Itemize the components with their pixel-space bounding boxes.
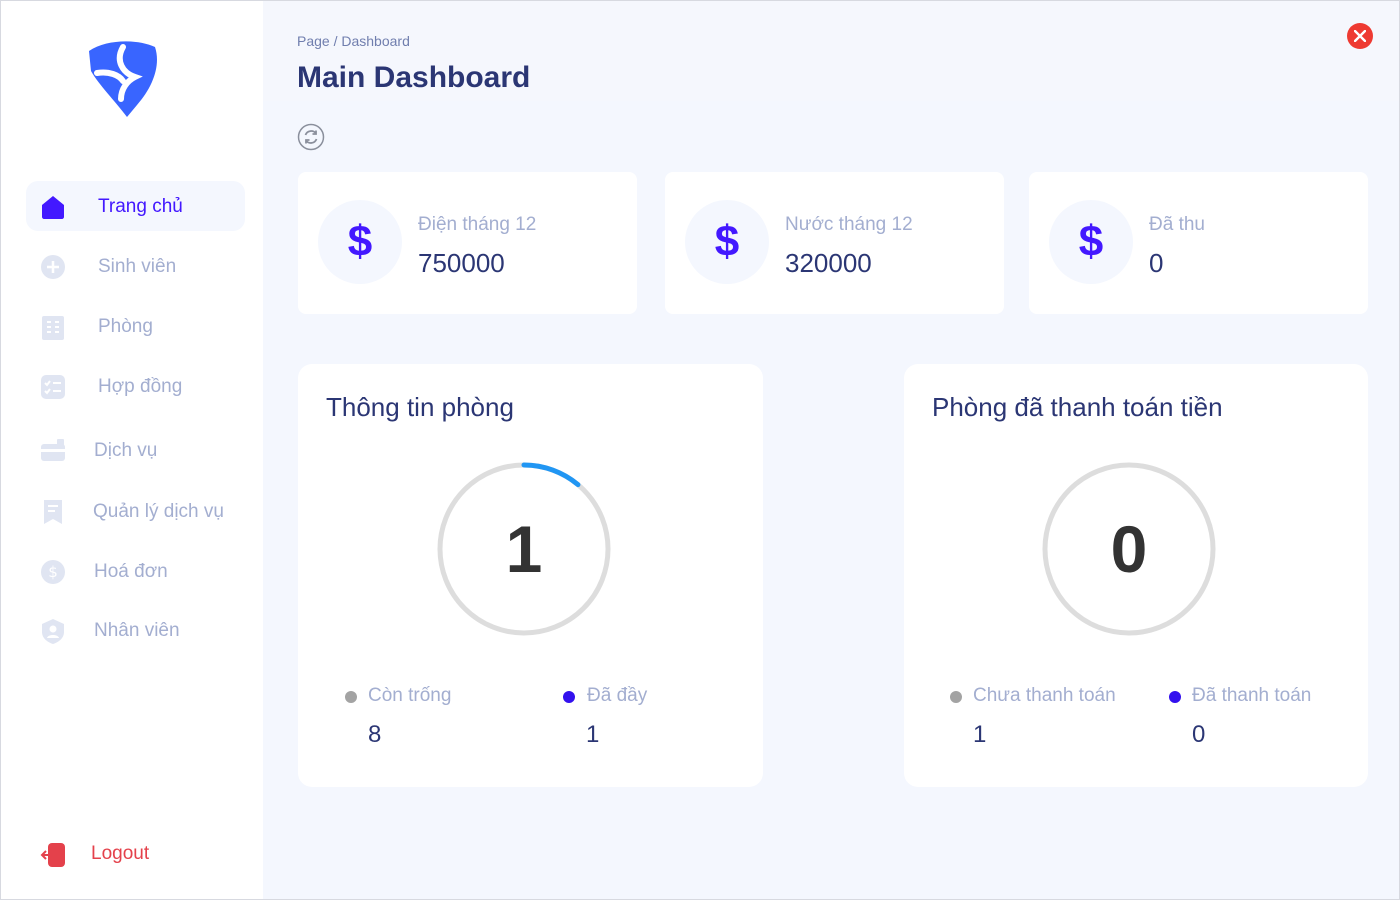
legend-label: Chưa thanh toán [973,685,1116,706]
sidebar-item-label: Hoá đơn [94,561,168,582]
sidebar-item-sinh-vien[interactable]: Sinh viên [26,241,245,291]
sidebar-item-hop-dong[interactable]: Hợp đồng [26,361,245,411]
sidebar-item-label: Nhân viên [94,620,180,641]
sidebar-item-dich-vu[interactable]: Dịch vụ [26,425,245,475]
user-shield-icon [40,618,66,644]
legend-value: 0 [1192,721,1206,748]
home-icon [40,194,66,220]
sidebar-item-quan-ly-dich-vu[interactable]: Quản lý dịch vụ [26,486,245,536]
building-icon [40,314,66,340]
logout-button[interactable]: Logout [26,829,245,879]
card-title: Phòng đã thanh toán tiền [932,392,1223,422]
room-info-card: Thông tin phòng 1 Còn trống 8 Đã đầy 1 [298,364,763,787]
stat-label: Điện tháng 12 [418,214,537,235]
refresh-icon [297,123,325,151]
app-logo-icon [89,41,157,117]
logout-label: Logout [91,843,150,864]
stat-card-water: $ Nước tháng 12 320000 [665,172,1004,314]
svg-text:$: $ [48,563,58,581]
sidebar-item-label: Dịch vụ [94,440,158,461]
sidebar: Trang chủ Sinh viên Phòng Hợp đồng Dịch [1,1,263,899]
logout-icon [40,842,66,868]
close-button[interactable] [1347,23,1373,49]
sidebar-item-label: Phòng [98,316,153,337]
gauge-value: 1 [505,512,543,586]
sidebar-item-phong[interactable]: Phòng [26,301,245,351]
checklist-icon [40,374,66,400]
sidebar-item-label: Quản lý dịch vụ [93,501,224,522]
stat-card-collected: $ Đã thu 0 [1029,172,1368,314]
dollar-circle-icon: $ [40,559,66,585]
legend-dot-unpaid [950,691,962,703]
dollar-icon: $ [685,200,769,284]
legend-value: 8 [368,721,382,748]
sidebar-item-nhan-vien[interactable]: Nhân viên [26,605,245,655]
card-icon [40,438,66,464]
stat-value: 0 [1149,248,1164,278]
legend-dot-empty [345,691,357,703]
card-title: Thông tin phòng [326,392,514,422]
gauge-value: 0 [1110,512,1148,586]
stat-label: Đã thu [1149,214,1205,235]
legend-dot-full [563,691,575,703]
payment-gauge: 0 [1040,460,1218,638]
stat-label: Nước tháng 12 [785,214,913,235]
close-icon [1354,30,1366,42]
sidebar-item-label: Trang chủ [98,196,183,217]
room-gauge: 1 [435,460,613,638]
legend-label: Đã đầy [587,685,648,706]
plus-circle-icon [40,254,66,280]
legend-label: Còn trống [368,685,452,706]
page-title: Main Dashboard [297,61,531,94]
sidebar-item-hoa-don[interactable]: $ Hoá đơn [26,546,245,596]
dollar-icon: $ [1049,200,1133,284]
legend-value: 1 [586,721,600,748]
legend-label: Đã thanh toán [1192,685,1312,706]
dollar-icon: $ [318,200,402,284]
sidebar-item-trang-chu[interactable]: Trang chủ [26,181,245,231]
stat-value: 750000 [418,248,505,278]
app-window: Trang chủ Sinh viên Phòng Hợp đồng Dịch [0,0,1400,900]
breadcrumb[interactable]: Page / Dashboard [297,33,410,49]
sidebar-item-label: Hợp đồng [98,376,183,397]
receipt-icon [40,499,66,525]
stat-card-electricity: $ Điện tháng 12 750000 [298,172,637,314]
refresh-button[interactable] [297,123,325,151]
stat-value: 320000 [785,248,872,278]
legend-value: 1 [973,721,987,748]
legend-dot-paid [1169,691,1181,703]
payment-info-card: Phòng đã thanh toán tiền 0 Chưa thanh to… [904,364,1368,787]
sidebar-item-label: Sinh viên [98,256,177,277]
